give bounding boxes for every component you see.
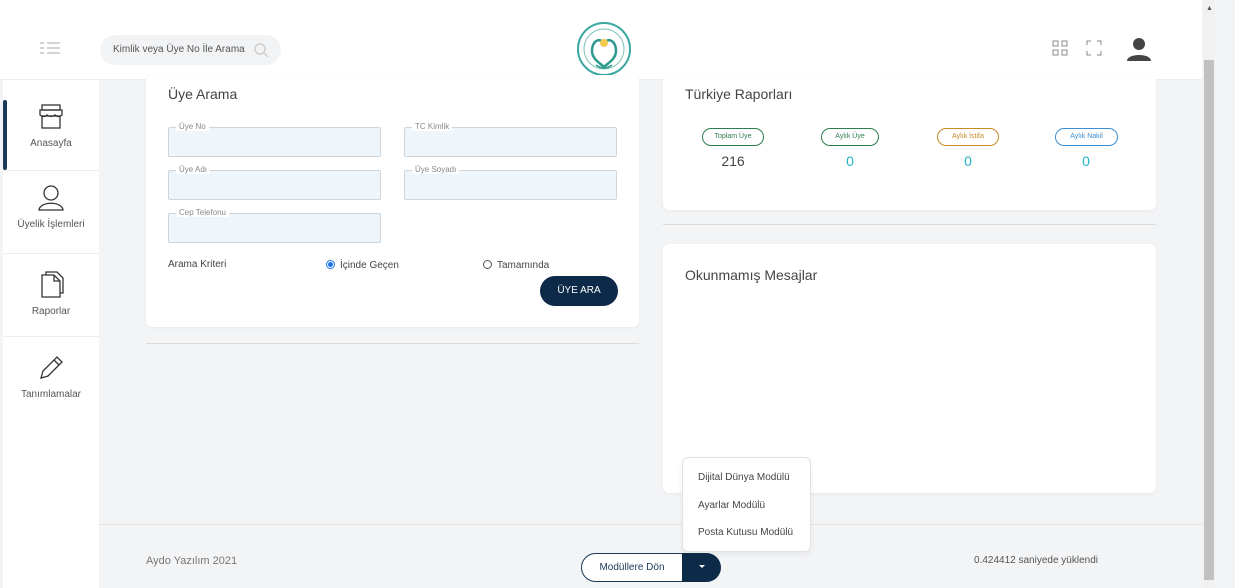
last-name-field[interactable]: Üye Soyadı	[404, 165, 617, 200]
sidebar: Anasayfa Üyelik İşlemleri Raporlar Tanım…	[3, 80, 99, 588]
menu-item-digital-world-module[interactable]: Dijital Dünya Modülü	[698, 472, 790, 483]
member-search-button[interactable]: ÜYE ARA	[540, 276, 618, 306]
stat-label-total-members: Toplam Üye	[702, 128, 764, 146]
left-divider	[146, 343, 639, 344]
sidebar-item-uyelik-islemleri[interactable]: Üyelik İşlemleri	[3, 171, 99, 254]
first-name-label: Üye Adı	[176, 165, 211, 174]
top-bar: Kimlik veya Üye No İle Arama	[0, 0, 1202, 80]
module-dropdown-menu: Dijital Dünya Modülü Ayarlar Modülü Post…	[682, 457, 811, 552]
stat-value-total-members: 216	[721, 153, 745, 169]
search-icon[interactable]	[253, 42, 269, 58]
user-icon	[38, 185, 64, 211]
scrollbar-thumb[interactable]	[1204, 60, 1214, 580]
first-name-field[interactable]: Üye Adı	[168, 165, 381, 200]
search-input[interactable]: Kimlik veya Üye No İle Arama	[100, 35, 281, 65]
menu-item-settings-module[interactable]: Ayarlar Modülü	[698, 500, 765, 511]
back-to-modules-button[interactable]: Modüllere Dön	[581, 553, 683, 582]
stat-value-monthly-transfers: 0	[1082, 153, 1090, 169]
footer-copyright: Aydo Yazılım 2021	[146, 555, 238, 567]
mobile-field[interactable]: Cep Telefonu	[168, 208, 381, 243]
tc-identity-field[interactable]: TC Kimlik	[404, 122, 617, 157]
stat-value-monthly-resignations: 0	[964, 153, 972, 169]
criteria-option-exact[interactable]: Tamamında	[483, 260, 549, 271]
page-scrollbar[interactable]: ▲	[1203, 0, 1215, 588]
store-icon	[39, 104, 63, 129]
fullscreen-icon[interactable]	[1086, 40, 1102, 56]
member-no-field[interactable]: Üye No	[168, 122, 381, 157]
user-avatar-icon[interactable]	[1126, 36, 1152, 62]
last-name-label: Üye Soyadı	[412, 165, 460, 174]
pencil-icon	[40, 356, 63, 379]
stat-label-monthly-transfers: Aylık Nakil	[1055, 128, 1118, 146]
search-criteria-label: Arama Kriteri	[168, 259, 227, 270]
footer-load-time: 0.424412 saniyede yüklendi	[974, 555, 1098, 566]
sidebar-item-raporlar[interactable]: Raporlar	[3, 254, 99, 337]
sidebar-item-label: Tanımlamalar	[20, 389, 82, 400]
member-search-title: Üye Arama	[168, 86, 238, 102]
unread-messages-title: Okunmamış Mesajlar	[685, 267, 818, 283]
menu-item-mailbox-module[interactable]: Posta Kutusu Modülü	[698, 527, 793, 538]
sidebar-item-label: Raporlar	[31, 306, 71, 317]
criteria-option-contains[interactable]: İçinde Geçen	[326, 260, 399, 271]
modules-dropdown-toggle-icon[interactable]	[682, 553, 721, 582]
sidebar-item-tanimlamalar[interactable]: Tanımlamalar	[3, 337, 99, 420]
sidebar-item-anasayfa[interactable]: Anasayfa	[3, 88, 99, 171]
right-divider	[663, 224, 1156, 225]
sidebar-item-label: Üyelik İşlemleri	[17, 219, 85, 230]
radio-unchecked-icon[interactable]	[483, 260, 492, 269]
tc-identity-label: TC Kimlik	[412, 122, 453, 131]
turkey-reports-title: Türkiye Raporları	[685, 86, 793, 102]
document-icon	[41, 271, 64, 298]
mobile-label: Cep Telefonu	[176, 208, 229, 217]
stat-label-monthly-members: Aylık Üye	[821, 128, 879, 146]
search-placeholder: Kimlik veya Üye No İle Arama	[113, 44, 245, 55]
organization-logo	[577, 22, 631, 76]
menu-toggle-icon[interactable]	[40, 42, 60, 54]
apps-grid-icon[interactable]	[1052, 40, 1068, 56]
sidebar-item-label: Anasayfa	[30, 138, 72, 149]
member-no-label: Üye No	[176, 122, 209, 131]
scroll-up-arrow-icon[interactable]: ▲	[1206, 5, 1213, 12]
stat-label-monthly-resignations: Aylık İstifa	[937, 128, 999, 146]
criteria-option-label: İçinde Geçen	[340, 260, 399, 271]
criteria-option-label: Tamamında	[497, 260, 550, 271]
radio-checked-icon[interactable]	[326, 260, 335, 269]
stat-value-monthly-members: 0	[846, 153, 854, 169]
